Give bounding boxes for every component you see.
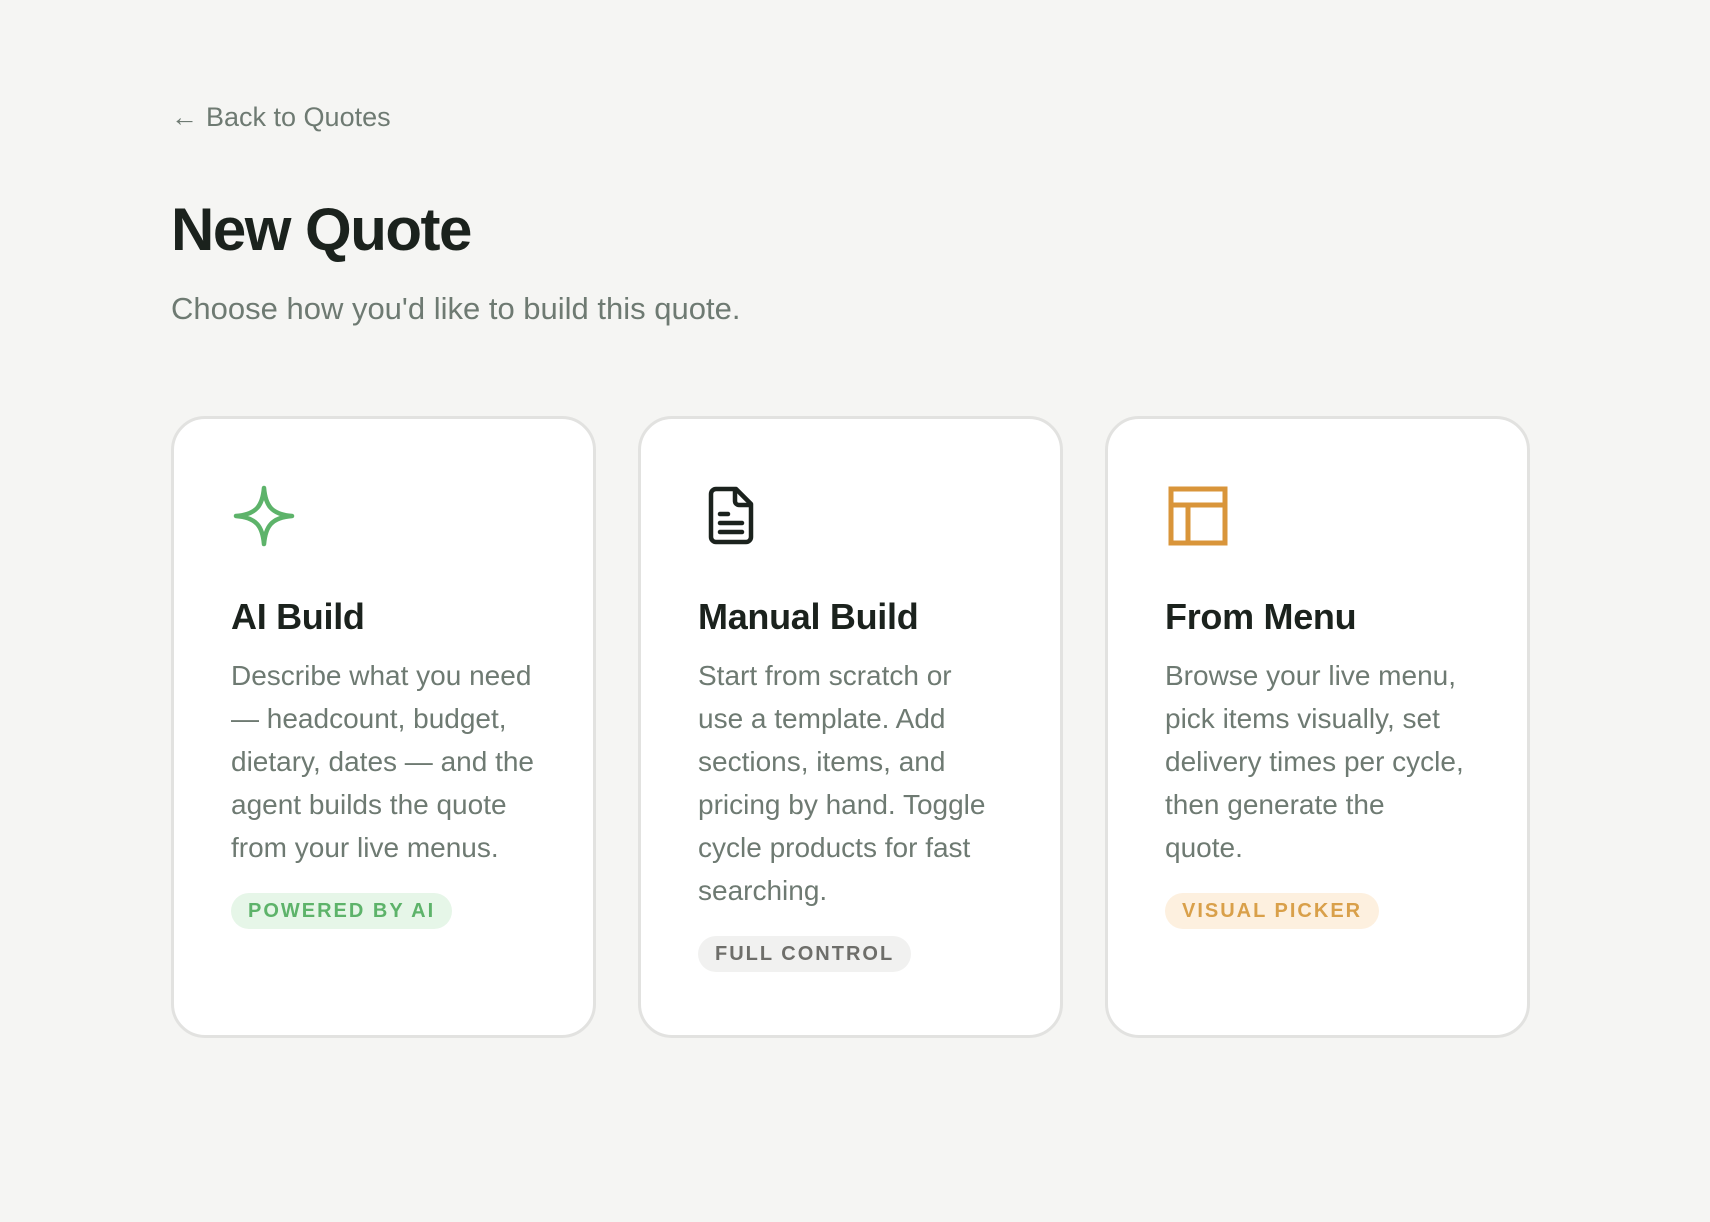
layout-icon xyxy=(1165,483,1231,549)
card-description: Describe what you need — headcount, budg… xyxy=(231,660,534,864)
manual-build-card[interactable]: Manual Build Start from scratch or use a… xyxy=(638,416,1063,1038)
page-subtitle: Choose how you'd like to build this quot… xyxy=(171,291,741,326)
card-title: AI Build xyxy=(231,596,365,637)
back-to-quotes-link[interactable]: ← Back to Quotes xyxy=(171,102,391,133)
card-title: Manual Build xyxy=(698,596,919,637)
card-description: Start from scratch or use a template. Ad… xyxy=(698,660,986,907)
ai-build-card[interactable]: AI Build Describe what you need — headco… xyxy=(171,416,596,1038)
arrow-left-icon: ← xyxy=(171,102,198,132)
powered-by-ai-badge: POWERED BY AI xyxy=(231,893,453,930)
card-description: Browse your live menu, pick items visual… xyxy=(1165,660,1464,864)
from-menu-card[interactable]: From Menu Browse your live menu, pick it… xyxy=(1105,416,1530,1038)
page-title: New Quote xyxy=(171,196,472,263)
document-icon xyxy=(698,483,764,549)
sparkle-icon xyxy=(231,483,297,549)
visual-picker-badge: VISUAL PICKER xyxy=(1165,893,1380,930)
build-option-cards: AI Build Describe what you need — headco… xyxy=(171,416,1530,1038)
full-control-badge: FULL CONTROL xyxy=(698,936,912,973)
back-link-label: Back to Quotes xyxy=(206,102,391,132)
card-title: From Menu xyxy=(1165,596,1357,637)
